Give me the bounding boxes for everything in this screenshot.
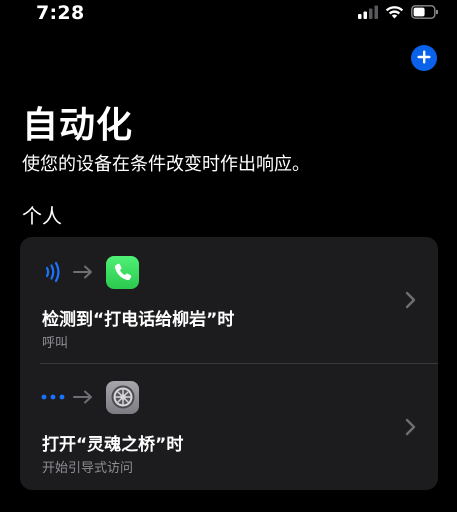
automation-action: 呼叫 bbox=[42, 336, 69, 351]
settings-app-icon bbox=[106, 380, 139, 414]
automation-item-call[interactable]: 检测到“打电话给柳岩”时 呼叫 bbox=[20, 237, 438, 363]
add-automation-button[interactable] bbox=[411, 45, 437, 71]
status-bar: 7:28 bbox=[0, 0, 457, 30]
chevron-right-icon bbox=[404, 291, 416, 309]
automation-icons bbox=[40, 380, 139, 414]
nfc-icon bbox=[40, 259, 66, 285]
automation-icons bbox=[40, 255, 139, 289]
signal-icon bbox=[358, 4, 378, 23]
page-title: 自动化 bbox=[22, 105, 134, 146]
status-time: 7:28 bbox=[36, 2, 85, 24]
phone-app-icon bbox=[106, 255, 139, 289]
arrow-right-icon bbox=[68, 259, 98, 285]
automation-item-app-open[interactable]: 打开“灵魂之桥”时 开始引导式访问 bbox=[20, 364, 438, 490]
more-dots-icon bbox=[40, 384, 66, 410]
wifi-icon bbox=[385, 4, 404, 23]
battery-icon bbox=[411, 4, 439, 23]
automation-title: 打开“灵魂之桥”时 bbox=[42, 435, 184, 455]
automation-list-card: 检测到“打电话给柳岩”时 呼叫 打开“灵魂之桥”时 开始引导式访问 bbox=[20, 237, 438, 490]
plus-icon bbox=[417, 49, 431, 68]
automation-title: 检测到“打电话给柳岩”时 bbox=[42, 310, 235, 330]
status-icons bbox=[358, 4, 439, 23]
chevron-right-icon bbox=[404, 418, 416, 436]
arrow-right-icon bbox=[68, 384, 98, 410]
section-header-personal: 个人 bbox=[22, 204, 62, 228]
page-subtitle: 使您的设备在条件改变时作出响应。 bbox=[22, 154, 310, 175]
automation-action: 开始引导式访问 bbox=[42, 461, 134, 476]
